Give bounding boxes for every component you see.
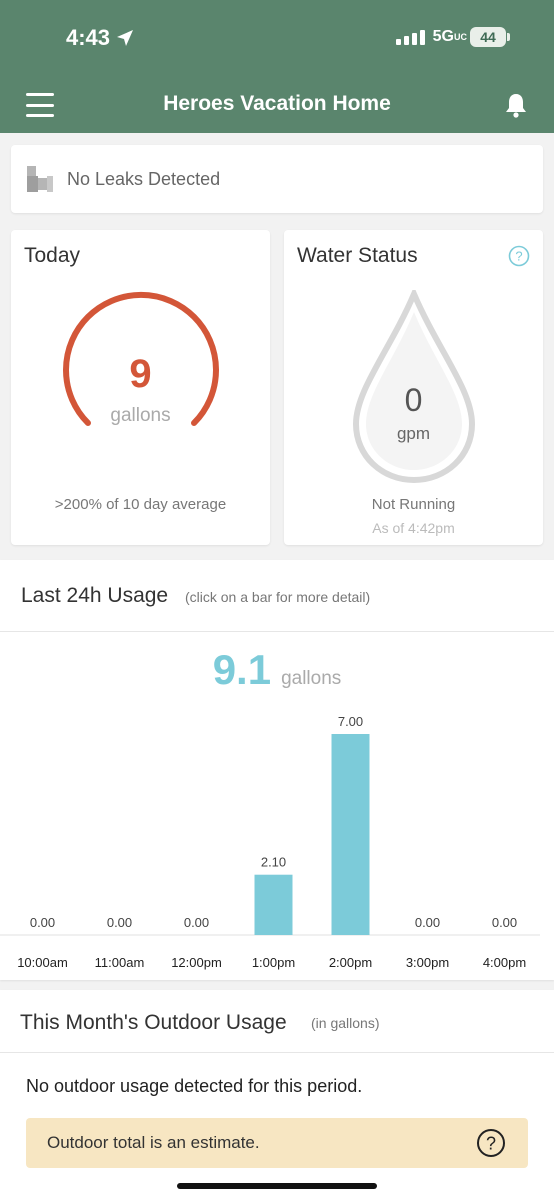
chart-bar[interactable] bbox=[331, 734, 370, 935]
outdoor-empty-message: No outdoor usage detected for this perio… bbox=[26, 1076, 363, 1096]
help-icon[interactable]: ? bbox=[508, 245, 530, 267]
chart-x-tick-label: 1:00pm bbox=[252, 955, 295, 970]
water-status-title: Water Status bbox=[297, 244, 418, 267]
bell-icon[interactable] bbox=[504, 92, 528, 118]
chart-data-label: 0.00 bbox=[492, 915, 517, 930]
chart-data-label: 0.00 bbox=[107, 915, 132, 930]
estimate-text: Outdoor total is an estimate. bbox=[47, 1133, 260, 1152]
help-icon[interactable]: ? bbox=[476, 1128, 506, 1158]
network-label: 5GUC bbox=[432, 28, 467, 45]
svg-text:?: ? bbox=[515, 249, 522, 264]
svg-text:?: ? bbox=[486, 1134, 496, 1154]
today-value: 9 bbox=[129, 352, 152, 396]
status-indicators: 5GUC 44 bbox=[395, 27, 510, 47]
usage-24h-card: Last 24h Usage (click on a bar for more … bbox=[0, 560, 554, 980]
chart-x-tick-label: 3:00pm bbox=[406, 955, 449, 970]
chart-data-label: 0.00 bbox=[415, 915, 440, 930]
chart-x-tick-label: 11:00am bbox=[95, 955, 145, 970]
battery-icon: 44 bbox=[470, 27, 510, 47]
status-time: 4:43 bbox=[66, 25, 134, 51]
location-arrow-icon bbox=[117, 30, 134, 46]
chart-data-label: 2.10 bbox=[261, 855, 286, 870]
chart-x-tick-label: 10:00am bbox=[17, 955, 68, 970]
leak-status-text: No Leaks Detected bbox=[67, 168, 221, 189]
app-header: 4:43 5GUC 44 Heroes Vacation Home bbox=[0, 0, 554, 133]
chart-x-tick-label: 4:00pm bbox=[483, 955, 526, 970]
chart-bar[interactable] bbox=[254, 874, 293, 935]
today-title: Today bbox=[24, 244, 81, 267]
usage-bar-chart: 0.00 10:00am 0.00 11:00am 0.00 12:00pm 2.10 1:0… bbox=[0, 714, 540, 970]
page-title: Heroes Vacation Home bbox=[163, 92, 391, 115]
flow-value: 0 bbox=[404, 382, 423, 418]
estimate-banner: Outdoor total is an estimate. ? bbox=[26, 1118, 528, 1168]
today-card[interactable]: Today 9 gallons >200% of 10 day average bbox=[11, 230, 270, 545]
flow-unit: gpm bbox=[396, 424, 431, 443]
today-unit: gallons bbox=[110, 405, 171, 426]
running-state: Not Running bbox=[371, 496, 456, 513]
leak-status-card[interactable]: No Leaks Detected bbox=[11, 145, 543, 213]
outdoor-title: This Month's Outdoor Usage bbox=[20, 1011, 287, 1034]
pipe-icon bbox=[27, 166, 53, 192]
chart-data-label: 0.00 bbox=[184, 915, 209, 930]
outdoor-hint: (in gallons) bbox=[311, 1015, 380, 1031]
today-comparison: >200% of 10 day average bbox=[54, 496, 227, 513]
status-time-text: 4:43 bbox=[66, 25, 111, 50]
battery-level: 44 bbox=[470, 27, 506, 47]
outdoor-header: This Month's Outdoor Usage (in gallons) bbox=[0, 990, 554, 1053]
water-status-card[interactable]: Water Status ? 0 gpm Not Running As of 4… bbox=[284, 230, 543, 545]
chart-data-label: 0.00 bbox=[30, 915, 55, 930]
chart-x-tick-label: 2:00pm bbox=[329, 955, 372, 970]
chart-data-label: 7.00 bbox=[338, 714, 363, 729]
status-timestamp: As of 4:42pm bbox=[372, 520, 455, 536]
outdoor-usage-card: This Month's Outdoor Usage (in gallons) … bbox=[0, 990, 554, 1200]
chart-x-tick-label: 12:00pm bbox=[171, 955, 222, 970]
signal-icon bbox=[395, 29, 425, 45]
home-indicator bbox=[177, 1183, 377, 1189]
